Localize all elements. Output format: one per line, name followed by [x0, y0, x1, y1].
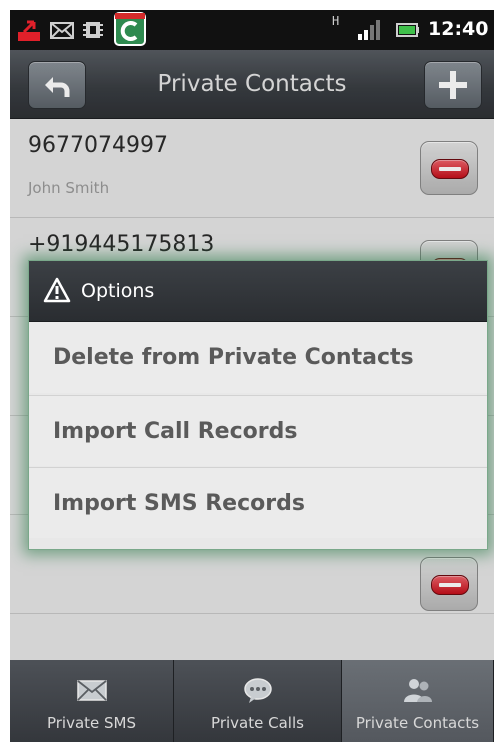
option-import-call-records[interactable]: Import Call Records: [29, 395, 487, 466]
option-delete-from-private-contacts[interactable]: Delete from Private Contacts: [29, 322, 487, 393]
clock: 12:40: [428, 18, 489, 40]
options-dialog: Options Delete from Private Contacts Imp…: [28, 260, 488, 550]
bottom-tab-bar: Private SMS Private Calls Private Contac…: [10, 660, 494, 742]
option-import-sms-records[interactable]: Import SMS Records: [29, 467, 487, 538]
warning-icon: [43, 277, 71, 303]
status-bar: H 12:40: [10, 10, 494, 50]
mail-icon: [50, 22, 74, 39]
chat-bubble-icon: [244, 678, 272, 703]
network-type-indicator: H: [332, 14, 340, 28]
signal-icon: [358, 20, 380, 40]
tab-private-calls[interactable]: Private Calls: [174, 660, 342, 742]
battery-icon: [396, 23, 419, 37]
tab-label: Private Contacts: [355, 714, 480, 732]
contacts-icon: [404, 679, 432, 702]
envelope-icon: [77, 680, 107, 701]
chip-icon: [83, 22, 103, 38]
dialog-title: Options: [81, 280, 155, 302]
phone-screen: H 12:40 Private Contacts 9677074997 John…: [10, 10, 494, 742]
tab-label: Private SMS: [46, 714, 137, 732]
tab-private-contacts[interactable]: Private Contacts: [342, 660, 494, 742]
dialog-header: Options: [29, 261, 487, 322]
tab-label: Private Calls: [211, 714, 304, 732]
app-icon: [114, 12, 146, 46]
upload-icon: [18, 20, 40, 41]
tab-private-sms[interactable]: Private SMS: [10, 660, 174, 742]
